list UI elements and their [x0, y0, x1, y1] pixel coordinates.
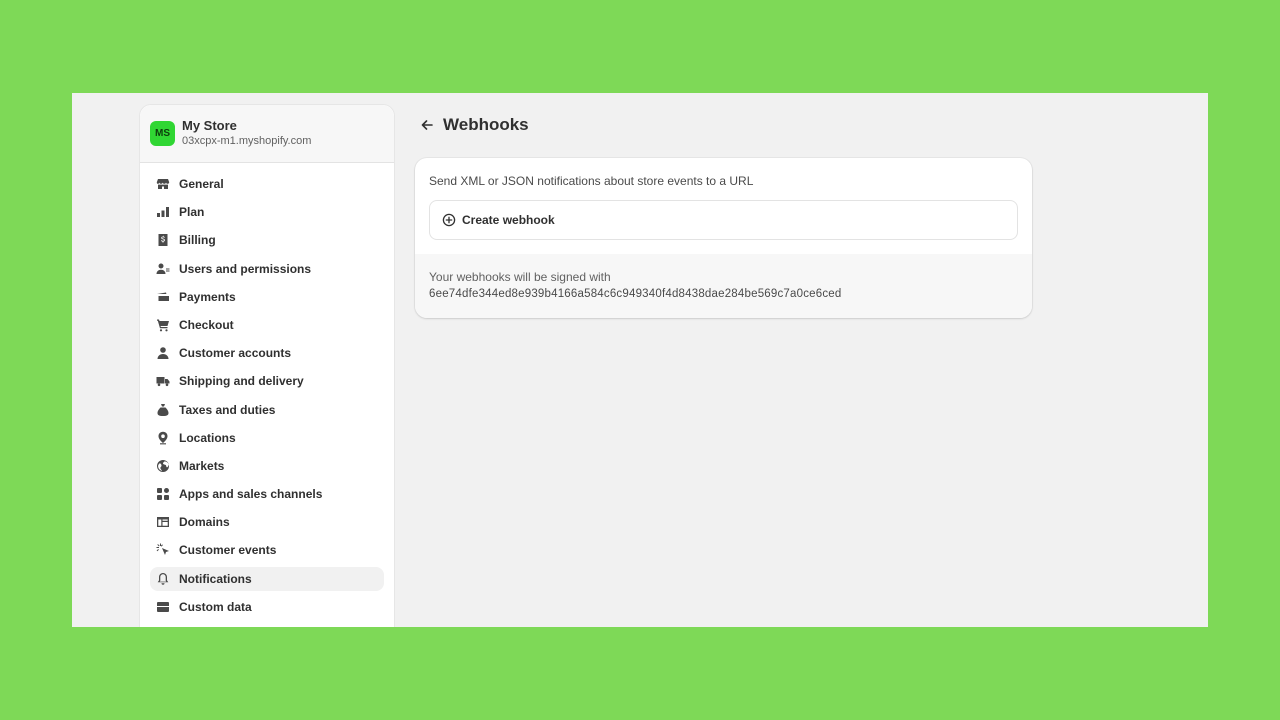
sidebar-item-label: Custom data	[179, 599, 252, 614]
sidebar-item-custom-data[interactable]: Custom data	[150, 595, 384, 619]
sidebar-item-locations[interactable]: Locations	[150, 426, 384, 450]
signing-label: Your webhooks will be signed with	[429, 270, 611, 284]
page-title: Webhooks	[443, 115, 529, 134]
custom-data-icon	[156, 600, 170, 614]
cursor-click-icon	[156, 543, 170, 557]
domains-icon	[156, 515, 170, 529]
sidebar-item-customer-accounts[interactable]: Customer accounts	[150, 341, 384, 365]
sidebar-item-label: Users and permissions	[179, 261, 312, 276]
back-arrow-icon[interactable]	[419, 117, 435, 133]
sidebar-item-users[interactable]: Users and permissions	[150, 257, 384, 281]
sidebar-item-label: Plan	[179, 205, 205, 220]
sidebar-item-label: Taxes and duties	[179, 402, 276, 417]
sidebar-item-general[interactable]: General	[150, 172, 384, 196]
location-pin-icon	[156, 431, 170, 445]
sidebar-item-label: Checkout	[179, 317, 234, 332]
sidebar-item-billing[interactable]: Billing	[150, 228, 384, 252]
create-webhook-label: Create webhook	[462, 213, 555, 227]
tax-icon	[156, 403, 170, 417]
billing-icon	[156, 233, 170, 247]
sidebar-item-checkout[interactable]: Checkout	[150, 313, 384, 337]
truck-icon	[156, 374, 170, 388]
sidebar-item-apps[interactable]: Apps and sales channels	[150, 482, 384, 506]
sidebar-item-label: Customer events	[179, 543, 277, 558]
settings-window: MS My Store 03xcpx-m1.myshopify.com Gene…	[72, 93, 1208, 627]
sidebar-item-taxes[interactable]: Taxes and duties	[150, 398, 384, 422]
sidebar-item-domains[interactable]: Domains	[150, 510, 384, 534]
sidebar-item-label: Notifications	[179, 571, 252, 586]
signing-key: 6ee74dfe344ed8e939b4166a584c6c949340f4d8…	[429, 288, 842, 300]
store-icon	[156, 177, 170, 191]
signing-info: Your webhooks will be signed with 6ee74d…	[415, 254, 1032, 318]
sidebar-item-label: Markets	[179, 458, 225, 473]
settings-sidebar: MS My Store 03xcpx-m1.myshopify.com Gene…	[139, 104, 395, 627]
payments-icon	[156, 290, 170, 304]
sidebar-item-label: Payments	[179, 289, 236, 304]
sidebar-item-label: Billing	[179, 233, 216, 248]
store-header[interactable]: MS My Store 03xcpx-m1.myshopify.com	[140, 105, 394, 163]
settings-nav: General Plan Billing Users and permissio…	[140, 163, 394, 619]
globe-icon	[156, 459, 170, 473]
sidebar-item-payments[interactable]: Payments	[150, 285, 384, 309]
sidebar-item-label: Apps and sales channels	[179, 487, 323, 502]
store-info: My Store 03xcpx-m1.myshopify.com	[182, 118, 311, 149]
store-url: 03xcpx-m1.myshopify.com	[182, 135, 312, 147]
sidebar-item-markets[interactable]: Markets	[150, 454, 384, 478]
store-avatar: MS	[150, 121, 175, 146]
webhooks-card: Send XML or JSON notifications about sto…	[415, 158, 1032, 318]
cart-icon	[156, 318, 170, 332]
webhooks-description: Send XML or JSON notifications about sto…	[429, 174, 754, 188]
person-icon	[156, 346, 170, 360]
page-header: Webhooks	[419, 115, 529, 135]
apps-icon	[156, 487, 170, 501]
bell-icon	[156, 572, 170, 586]
users-icon	[156, 262, 170, 276]
sidebar-item-notifications[interactable]: Notifications	[150, 566, 384, 591]
sidebar-item-label: Customer accounts	[179, 346, 292, 361]
sidebar-item-plan[interactable]: Plan	[150, 200, 384, 224]
create-webhook-button[interactable]: Create webhook	[429, 200, 1018, 240]
sidebar-item-shipping[interactable]: Shipping and delivery	[150, 369, 384, 393]
sidebar-item-label: Shipping and delivery	[179, 374, 304, 389]
plan-icon	[156, 205, 170, 219]
sidebar-item-label: Domains	[179, 515, 230, 530]
sidebar-item-label: Locations	[179, 430, 236, 445]
store-name: My Store	[182, 118, 237, 133]
plus-circle-icon	[442, 213, 456, 227]
sidebar-item-label: General	[179, 177, 224, 191]
sidebar-item-customer-events[interactable]: Customer events	[150, 538, 384, 562]
